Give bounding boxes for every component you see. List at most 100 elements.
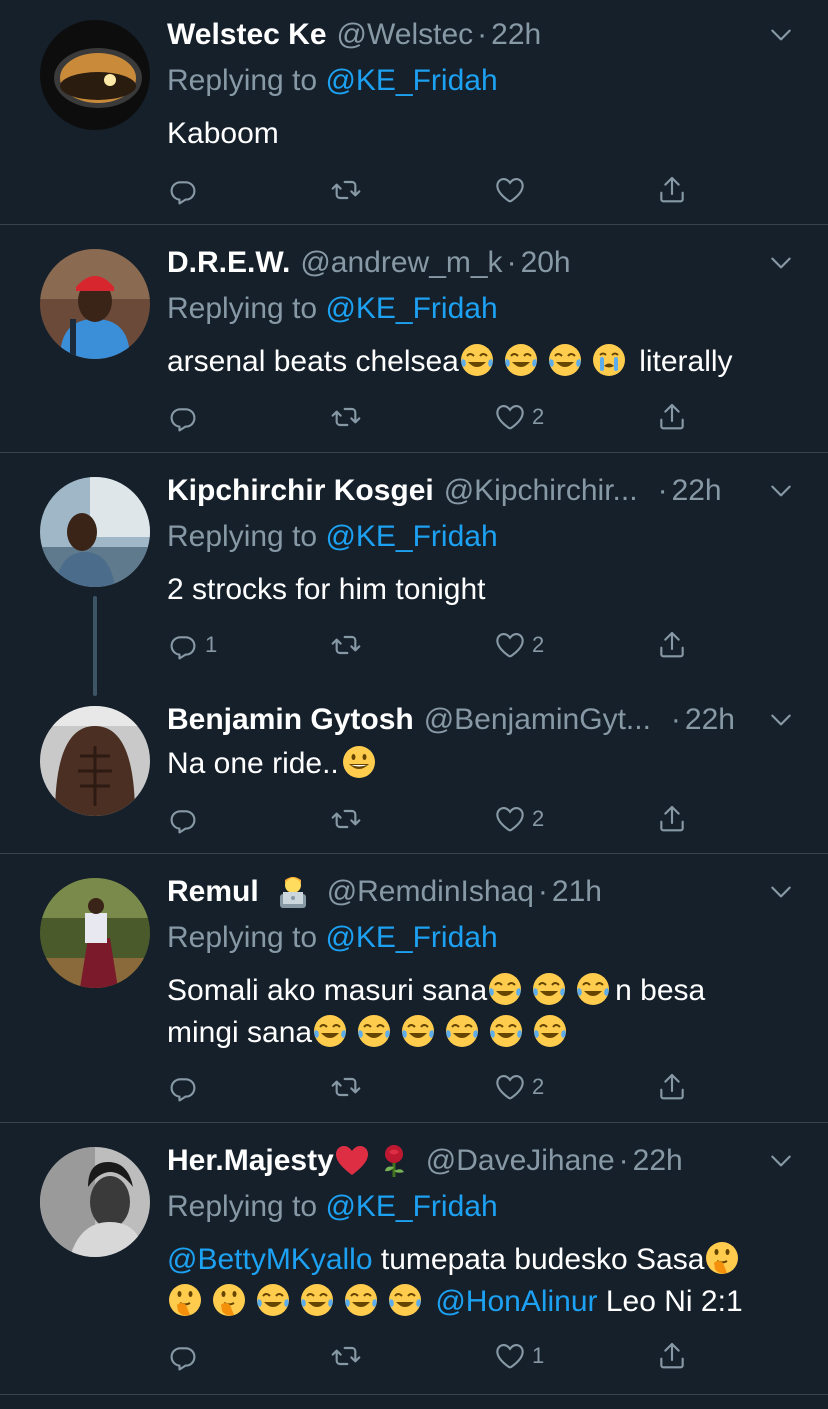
tweet-text-body: Na one ride.. [167,747,339,780]
avatar[interactable] [40,477,150,587]
hushed-face-emoji-icon [211,1282,247,1318]
avatar[interactable] [40,706,150,816]
timestamp[interactable]: 22h [672,471,722,511]
timestamp[interactable]: 22h [685,700,735,740]
like-icon [494,629,526,661]
mention-link[interactable]: @HonAlinur [435,1285,597,1318]
mention-link[interactable]: @BettyMKyallo [167,1243,373,1276]
separator-dot: · [537,875,548,908]
joy-emoji-icon [503,342,539,378]
retweet-button[interactable] [330,1069,368,1105]
hushed-face-emoji-icon [704,1240,740,1276]
like-button[interactable]: 2 [494,1069,544,1105]
display-name[interactable]: D.R.E.W. [167,243,290,283]
joy-emoji-icon [356,1013,392,1049]
timestamp[interactable]: 22h [491,15,541,55]
avatar[interactable] [40,249,150,359]
display-name[interactable]: Benjamin Gytosh [167,700,414,740]
reply-count: 1 [205,632,218,657]
display-name[interactable]: Welstec Ke [167,15,327,55]
user-handle[interactable]: @BenjaminGyt... [424,700,651,740]
avatar[interactable] [40,1147,150,1257]
display-name[interactable]: Remul [167,872,259,912]
tweet-her-majesty[interactable]: Her.Majesty @DaveJihane · 22h Replying t… [0,1123,828,1395]
avatar[interactable] [40,878,150,988]
share-icon [656,803,688,835]
like-button[interactable]: 2 [494,801,544,837]
share-button[interactable] [656,1338,688,1374]
replying-to-mention[interactable]: @KE_Fridah [325,921,497,954]
avatar[interactable] [40,20,150,130]
separator-dot: · [477,18,488,51]
reply-button[interactable] [167,399,205,435]
tweet-welstec[interactable]: Welstec Ke @Welstec · 22h Replying to @K… [0,0,828,224]
tweet-actions: 2 [167,399,707,439]
chevron-down-icon[interactable] [768,250,794,276]
tweet-text-end: Leo Ni 2:1 [605,1285,743,1318]
retweet-button[interactable] [330,172,368,208]
replying-to-mention[interactable]: @KE_Fridah [325,64,497,97]
separator-dot: · [657,474,668,507]
reply-button[interactable] [167,1069,205,1105]
replying-to-label: Replying to [167,64,318,97]
user-handle[interactable]: @DaveJihane [426,1141,615,1181]
replying-to-mention[interactable]: @KE_Fridah [325,520,497,553]
tweet-text-mid: n besa [615,974,706,1007]
replying-to-mention[interactable]: @KE_Fridah [325,1190,497,1223]
timestamp[interactable]: 20h [521,243,571,283]
tweet-benjamin[interactable]: Benjamin Gytosh @BenjaminGyt... · 22h Na… [0,690,828,853]
chevron-down-icon[interactable] [768,22,794,48]
display-name[interactable]: Kipchirchir Kosgei [167,471,434,511]
replying-to-label: Replying to [167,520,318,553]
chevron-down-icon[interactable] [768,879,794,905]
retweet-button[interactable] [330,627,368,663]
like-count: 1 [532,1343,545,1368]
share-icon [656,401,688,433]
like-icon [494,803,526,835]
reply-icon [167,401,199,433]
user-handle[interactable]: @Kipchirchir... [444,471,638,511]
timestamp[interactable]: 22h [633,1141,683,1181]
reply-button[interactable]: 1 [167,627,217,663]
reply-icon [167,1071,199,1103]
retweet-icon [330,1340,362,1372]
like-button[interactable]: 1 [494,1338,544,1374]
like-count: 2 [532,806,545,831]
user-handle[interactable]: @RemdinIshaq [327,872,534,912]
replying-to: Replying to @KE_Fridah [167,61,498,101]
retweet-button[interactable] [330,399,368,435]
user-handle[interactable]: @Welstec [337,15,474,55]
chevron-down-icon[interactable] [768,478,794,504]
like-button[interactable] [494,172,532,208]
replying-to: Replying to @KE_Fridah [167,517,498,557]
display-name[interactable]: Her.Majesty [167,1141,334,1181]
tweet-kipchirchir[interactable]: Kipchirchir Kosgei @Kipchirchir... · 22h… [0,453,828,685]
separator-dot: · [670,703,681,736]
replying-to-mention[interactable]: @KE_Fridah [325,292,497,325]
share-button[interactable] [656,399,688,435]
separator-dot: · [618,1144,629,1177]
retweet-button[interactable] [330,1338,368,1374]
tweet-remul[interactable]: Remul @RemdinIshaq · 21h Replying to @KE… [0,854,828,1122]
retweet-button[interactable] [330,801,368,837]
chevron-down-icon[interactable] [768,1148,794,1174]
share-button[interactable] [656,172,688,208]
user-handle[interactable]: @andrew_m_k [300,243,502,283]
share-button[interactable] [656,1069,688,1105]
reply-button[interactable] [167,172,205,208]
joy-emoji-icon [299,1282,335,1318]
joy-emoji-icon [387,1282,423,1318]
chevron-down-icon[interactable] [768,707,794,733]
tweet-drew[interactable]: D.R.E.W. @andrew_m_k · 20h Replying to @… [0,225,828,452]
like-button[interactable]: 2 [494,627,544,663]
tweet-text-body: 2 strocks for him tonight [167,573,486,606]
reply-icon [167,1340,199,1372]
reply-button[interactable] [167,801,205,837]
share-button[interactable] [656,801,688,837]
joy-emoji-icon [575,971,611,1007]
like-count: 2 [532,632,545,657]
share-button[interactable] [656,627,688,663]
like-button[interactable]: 2 [494,399,544,435]
timestamp[interactable]: 21h [552,872,602,912]
reply-button[interactable] [167,1338,205,1374]
